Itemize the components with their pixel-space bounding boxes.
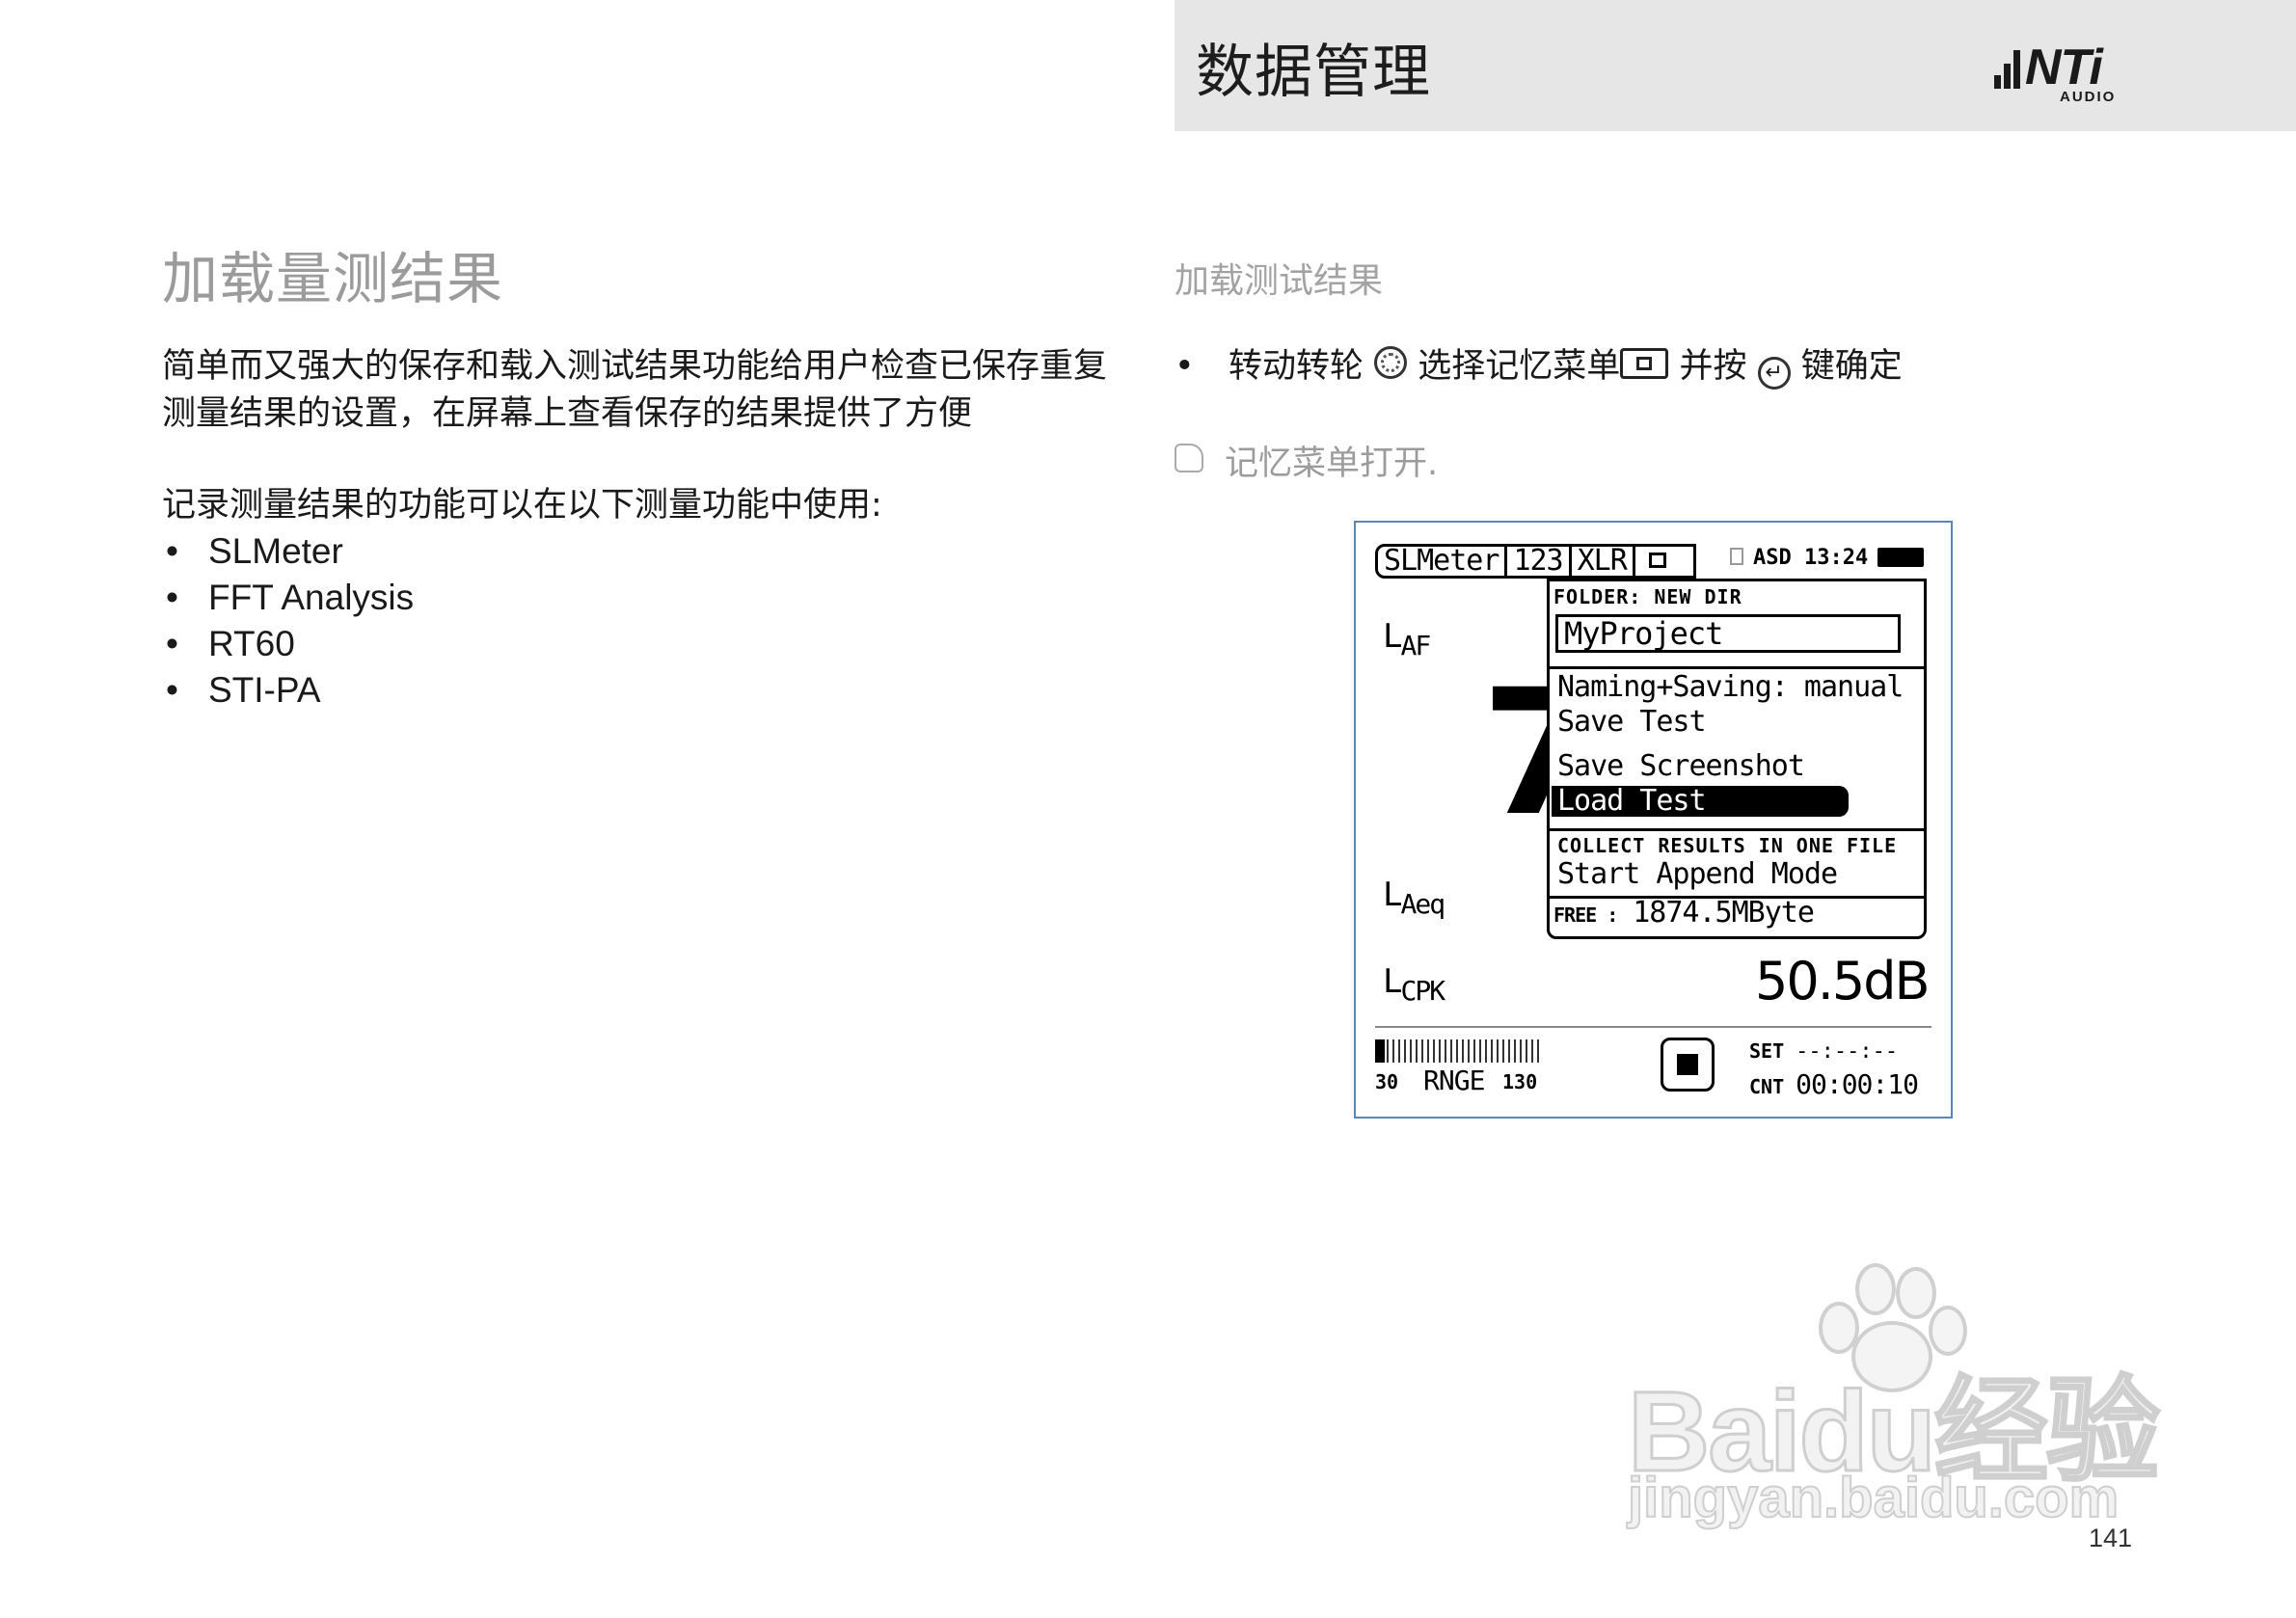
speaker-icon bbox=[1730, 548, 1743, 565]
step-bullet: • bbox=[1175, 347, 1195, 386]
save-section: Naming+Saving: manual Save Test Save Scr… bbox=[1550, 666, 1924, 831]
thumbs-up-icon bbox=[1175, 444, 1203, 472]
status-text: ASD 13:24 bbox=[1753, 546, 1869, 570]
feature-intro-paragraph: 记录测量结果的功能可以在以下测量功能中使用: bbox=[162, 486, 882, 525]
note-text: 记忆菜单打开. bbox=[1225, 445, 1439, 483]
menu-item-start-append[interactable]: Start Append Mode bbox=[1557, 857, 1838, 891]
memory-menu-icon bbox=[1620, 348, 1669, 379]
append-section: COLLECT RESULTS IN ONE FILE Start Append… bbox=[1550, 828, 1924, 899]
device-divider bbox=[1375, 1026, 1931, 1028]
range-high: 130 bbox=[1502, 1070, 1538, 1093]
laf-label: LAF bbox=[1383, 617, 1431, 661]
list-item: RT60 bbox=[162, 621, 414, 667]
timer-count: CNT 00:00:10 bbox=[1749, 1068, 1919, 1100]
logo-subtext: AUDIO bbox=[2060, 89, 2117, 105]
folder-label: FOLDER: NEW DIR bbox=[1553, 585, 1742, 608]
page-number: 141 bbox=[2089, 1524, 2133, 1552]
rotary-wheel-icon bbox=[1374, 346, 1408, 379]
feature-list: SLMeter FFT Analysis RT60 STI-PA bbox=[162, 528, 414, 714]
list-item: STI-PA bbox=[162, 667, 414, 714]
header-bar: 数据管理 NTi AUDIO bbox=[1175, 0, 2296, 131]
menu-item-load-test[interactable]: Load Test bbox=[1552, 786, 1849, 817]
battery-icon bbox=[1877, 548, 1925, 567]
stop-button[interactable] bbox=[1661, 1038, 1715, 1092]
enter-key-icon: ↵ bbox=[1757, 357, 1791, 390]
logo-text: NTi bbox=[2025, 40, 2103, 95]
list-item: SLMeter bbox=[162, 528, 414, 575]
tab-xlr[interactable]: XLR bbox=[1572, 547, 1635, 576]
tab-123[interactable]: 123 bbox=[1507, 547, 1572, 576]
range-label[interactable]: RNGE bbox=[1423, 1065, 1485, 1096]
step-text-4: 键确定 bbox=[1800, 347, 1903, 386]
left-section-heading: 加载量测结果 bbox=[162, 246, 504, 311]
free-memory: FREE :1874.5MByte bbox=[1553, 896, 1815, 930]
step-text-3: 并按 bbox=[1679, 347, 1747, 386]
memory-popup-menu: FOLDER: NEW DIR MyProject Naming+Saving:… bbox=[1547, 579, 1927, 939]
tab-slmeter[interactable]: SLMeter bbox=[1378, 547, 1508, 576]
right-section-heading: 加载测试结果 bbox=[1175, 261, 1384, 301]
list-item: FFT Analysis bbox=[162, 575, 414, 621]
range-low: 30 bbox=[1375, 1070, 1399, 1093]
menu-item-save-test[interactable]: Save Test bbox=[1557, 705, 1707, 739]
device-screenshot: SLMeter 123 XLR ASD 13:24 LAF 7 LAeq LCP… bbox=[1354, 521, 1953, 1119]
device-status: ASD 13:24 bbox=[1730, 546, 1925, 570]
lcpk-value: 50.5dB bbox=[1755, 951, 1931, 1011]
menu-item-naming-saving[interactable]: Naming+Saving: manual bbox=[1557, 670, 1904, 704]
lcpk-label: LCPK bbox=[1383, 962, 1445, 1007]
folder-section: FOLDER: NEW DIR MyProject bbox=[1550, 581, 1924, 669]
folder-name-field[interactable]: MyProject bbox=[1555, 614, 1901, 653]
save-tab-icon[interactable] bbox=[1635, 547, 1693, 576]
instruction-step: • 转动转轮 选择记忆菜单 并按 ↵ 键确定 bbox=[1175, 343, 1903, 390]
header-title: 数据管理 bbox=[1196, 39, 1431, 106]
logo-bars-icon bbox=[1994, 50, 2023, 89]
result-note: 记忆菜单打开. bbox=[1175, 436, 1438, 485]
timer-set: SET --:--:-- bbox=[1749, 1039, 1899, 1064]
device-tab-bar: SLMeter 123 XLR bbox=[1375, 544, 1696, 579]
menu-item-save-screenshot[interactable]: Save Screenshot bbox=[1557, 749, 1805, 783]
range-level-meter bbox=[1375, 1039, 1541, 1063]
intro-paragraph: 简单而又强大的保存和载入测试结果功能给用户检查已保存重复测量结果的设置，在屏幕上… bbox=[162, 347, 1108, 433]
watermark-url: jingyan.baidu.com bbox=[1627, 1466, 2120, 1530]
laeq-label: LAeq bbox=[1383, 876, 1445, 920]
baidu-watermark: Baidu经验 jingyan.baidu.com bbox=[1627, 1263, 2164, 1530]
collect-label: COLLECT RESULTS IN ONE FILE bbox=[1557, 834, 1898, 857]
nti-audio-logo: NTi AUDIO bbox=[1994, 40, 2139, 105]
step-text-1: 转动转轮 bbox=[1229, 347, 1364, 386]
step-text-2: 选择记忆菜单 bbox=[1418, 347, 1621, 386]
